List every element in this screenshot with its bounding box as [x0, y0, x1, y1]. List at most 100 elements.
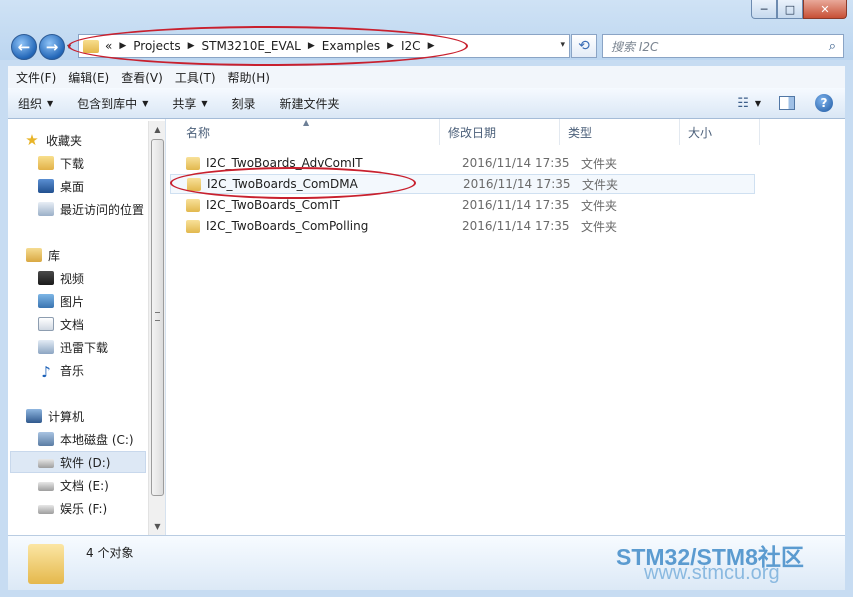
nav-label: 视频 [60, 271, 85, 286]
file-name: I2C_TwoBoards_ComDMA [207, 177, 358, 191]
file-type: 文件夹 [581, 219, 618, 234]
breadcrumb: « ▶ Projects ▶ STM3210E_EVAL ▶ Examples … [105, 39, 441, 53]
folder-icon [186, 219, 200, 233]
nav-label: 最近访问的位置 [60, 202, 145, 217]
star-icon: ★ [25, 131, 39, 149]
breadcrumb-separator-icon[interactable]: ▶ [188, 41, 195, 51]
burn-label: 刻录 [231, 96, 256, 111]
refresh-icon: ⟲ [578, 38, 590, 54]
scroll-down-icon[interactable]: ▼ [149, 518, 166, 535]
file-row[interactable]: I2C_TwoBoards_ComDMA 2016/11/14 17:35 文件… [170, 174, 755, 194]
file-row[interactable]: I2C_TwoBoards_ComPolling 2016/11/14 17:3… [170, 216, 755, 236]
file-name: I2C_TwoBoards_AdvComIT [206, 156, 363, 170]
share-button[interactable]: 共享 ▼ [172, 95, 207, 112]
menu-file[interactable]: 文件(F) [16, 69, 56, 86]
file-type: 文件夹 [581, 198, 618, 213]
navigation-pane: ★ 收藏夹 下载 桌面 最近访问的位置 库 视频 图片 文档 迅雷下载 ♪ 音乐… [8, 119, 166, 535]
file-type: 文件夹 [582, 177, 619, 192]
menu-view[interactable]: 查看(V) [121, 69, 163, 86]
help-icon[interactable]: ? [815, 94, 833, 112]
music-note-icon: ♪ [41, 363, 51, 381]
nav-label: 迅雷下载 [60, 340, 109, 355]
nav-libraries[interactable]: 库 [26, 244, 166, 266]
nav-label: 本地磁盘 (C:) [60, 432, 134, 447]
chevron-down-icon: ▼ [47, 98, 54, 108]
organize-label: 组织 [18, 96, 43, 111]
folder-icon [186, 198, 200, 212]
breadcrumb-separator-icon[interactable]: ▶ [308, 41, 315, 51]
menu-edit[interactable]: 编辑(E) [68, 69, 109, 86]
back-button[interactable]: ← [11, 34, 37, 60]
search-icon[interactable]: ⌕ [829, 39, 836, 54]
system-drive-icon [38, 432, 54, 446]
maximize-button[interactable]: □ [777, 0, 803, 19]
nav-label: 下载 [60, 156, 85, 171]
breadcrumb-separator-icon[interactable]: ▶ [119, 41, 126, 51]
folder-icon [28, 544, 64, 584]
watermark-url: www.stmcu.org [644, 562, 780, 584]
breadcrumb-overflow[interactable]: « [105, 39, 112, 53]
column-header-type[interactable]: 类型 [560, 119, 680, 145]
breadcrumb-examples[interactable]: Examples [322, 39, 380, 53]
recent-pages-dropdown-icon[interactable]: ▾ [67, 42, 71, 51]
address-bar[interactable]: « ▶ Projects ▶ STM3210E_EVAL ▶ Examples … [78, 34, 570, 58]
nav-label: 库 [48, 248, 61, 263]
breadcrumb-projects[interactable]: Projects [133, 39, 180, 53]
nav-label: 计算机 [48, 409, 85, 424]
nav-label: 软件 (D:) [60, 455, 111, 470]
scrollbar-thumb[interactable] [151, 139, 164, 496]
search-input[interactable]: 搜索 I2C ⌕ [602, 34, 844, 58]
column-header-size[interactable]: 大小 [680, 119, 760, 145]
preview-pane-icon[interactable] [779, 96, 795, 110]
nav-favorites[interactable]: ★ 收藏夹 [24, 129, 164, 151]
chevron-down-icon: ▼ [142, 98, 149, 108]
menu-bar: 文件(F) 编辑(E) 查看(V) 工具(T) 帮助(H) [8, 66, 845, 88]
breadcrumb-i2c[interactable]: I2C [401, 39, 421, 53]
toolbar-right: ☷ ▼ ? [737, 94, 833, 112]
forward-button[interactable]: → [39, 34, 65, 60]
desktop-icon [38, 179, 54, 193]
menu-help[interactable]: 帮助(H) [228, 69, 270, 86]
minimize-button[interactable]: ─ [751, 0, 777, 19]
file-date: 2016/11/14 17:35 [462, 156, 570, 170]
explorer-window: ─ □ ✕ ← → ▾ « ▶ Projects ▶ STM3210E_EVAL… [0, 0, 853, 597]
scroll-up-icon[interactable]: ▲ [149, 121, 166, 138]
nav-label: 音乐 [60, 363, 85, 378]
column-header-name[interactable]: 名称 [178, 119, 440, 145]
file-list: ▲ 名称 修改日期 类型 大小 I2C_TwoBoards_AdvComIT 2… [166, 118, 845, 535]
computer-icon [26, 409, 42, 423]
view-options-icon[interactable]: ☷ [737, 96, 749, 111]
nav-computer[interactable]: 计算机 [26, 405, 166, 427]
organize-button[interactable]: 组织 ▼ [18, 95, 53, 112]
film-icon [38, 271, 54, 285]
chevron-down-icon[interactable]: ▼ [755, 99, 761, 108]
address-dropdown-icon[interactable]: ▾ [560, 40, 565, 50]
new-folder-button[interactable]: 新建文件夹 [280, 95, 340, 112]
libraries-icon [26, 248, 42, 262]
drive-icon [38, 458, 54, 468]
burn-button[interactable]: 刻录 [232, 95, 256, 112]
address-row: ← → ▾ « ▶ Projects ▶ STM3210E_EVAL ▶ Exa… [0, 30, 853, 64]
folder-icon [83, 39, 99, 53]
nav-drive-d[interactable]: 软件 (D:) [10, 451, 146, 473]
include-in-library-button[interactable]: 包含到库中 ▼ [77, 95, 148, 112]
document-icon [38, 317, 54, 331]
menu-tools[interactable]: 工具(T) [175, 69, 216, 86]
file-row[interactable]: I2C_TwoBoards_ComIT 2016/11/14 17:35 文件夹 [170, 195, 755, 215]
breadcrumb-stm3210e-eval[interactable]: STM3210E_EVAL [202, 39, 301, 53]
breadcrumb-separator-icon[interactable]: ▶ [387, 41, 394, 51]
command-bar: 组织 ▼ 包含到库中 ▼ 共享 ▼ 刻录 新建文件夹 ☷ ▼ ? [8, 88, 845, 119]
navigation-scrollbar[interactable]: ▲ ▼ [148, 121, 165, 535]
download-folder-icon [38, 340, 54, 354]
column-header-date[interactable]: 修改日期 [440, 119, 560, 145]
file-date: 2016/11/14 17:35 [463, 177, 571, 191]
drive-icon [38, 481, 54, 491]
file-row[interactable]: I2C_TwoBoards_AdvComIT 2016/11/14 17:35 … [170, 153, 755, 173]
refresh-button[interactable]: ⟲ [571, 34, 597, 58]
folder-icon [187, 177, 201, 191]
close-button[interactable]: ✕ [803, 0, 847, 19]
nav-label: 娱乐 (F:) [60, 501, 108, 516]
breadcrumb-separator-icon[interactable]: ▶ [428, 41, 435, 51]
file-name: I2C_TwoBoards_ComPolling [206, 219, 369, 233]
nav-label: 文档 [60, 317, 85, 332]
